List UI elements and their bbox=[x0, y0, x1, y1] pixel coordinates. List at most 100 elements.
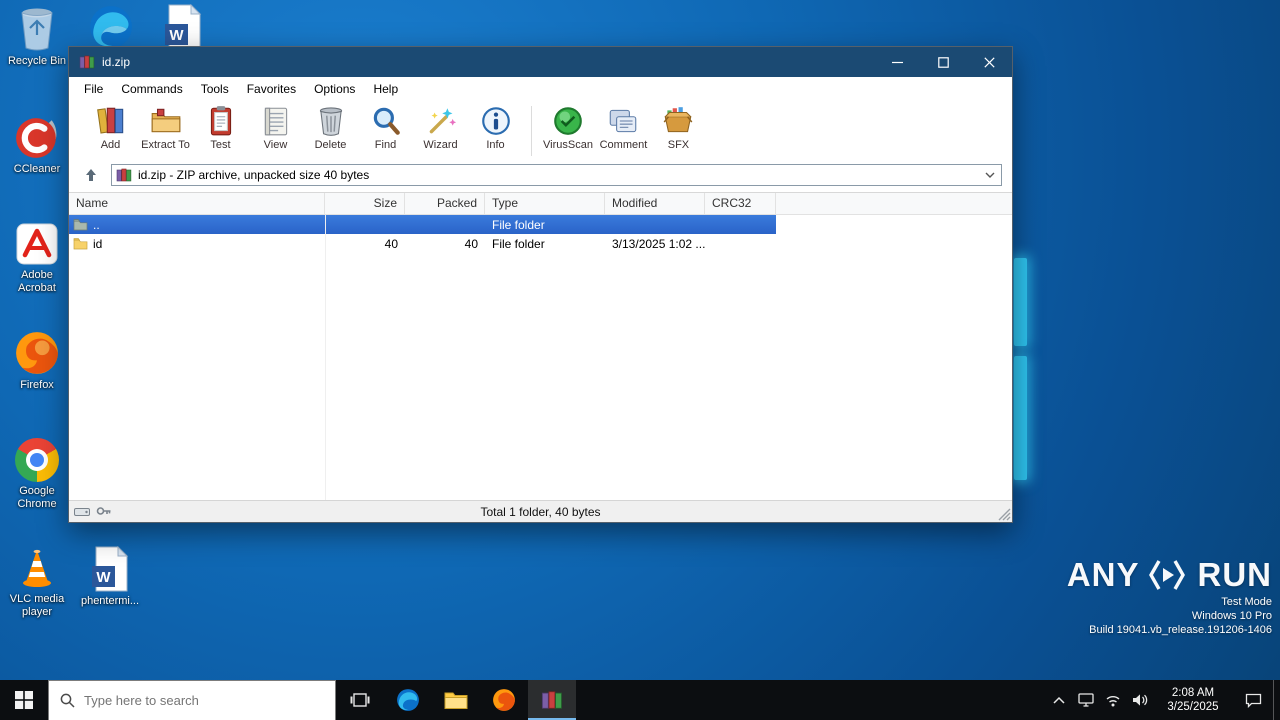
toolbar-virusscan-button[interactable]: VirusScan bbox=[540, 104, 596, 151]
keys-icon[interactable] bbox=[96, 506, 112, 518]
toolbar-wizard-button[interactable]: Wizard bbox=[413, 104, 468, 151]
cell-type: File folder bbox=[492, 217, 545, 232]
toolbar-sfx-button[interactable]: SFX bbox=[651, 104, 706, 151]
column-header-crc32[interactable]: CRC32 bbox=[705, 193, 776, 214]
word-document-icon: W bbox=[165, 4, 202, 50]
desktop-icon-adobe-acrobat[interactable]: Adobe Acrobat bbox=[0, 222, 74, 295]
menu-options[interactable]: Options bbox=[305, 79, 364, 99]
toolbar-test-button[interactable]: Test bbox=[193, 104, 248, 151]
maximize-button[interactable] bbox=[920, 47, 966, 77]
taskbar-winrar-button[interactable] bbox=[528, 680, 576, 720]
up-one-level-button[interactable] bbox=[77, 164, 105, 186]
file-list: Name Size Packed Type Modified CRC32 .. … bbox=[69, 192, 1012, 500]
taskbar-search[interactable] bbox=[48, 680, 336, 720]
toolbar-label: View bbox=[263, 139, 288, 151]
wizard-icon bbox=[429, 108, 456, 134]
find-icon bbox=[373, 107, 400, 135]
taskbar-clock[interactable]: 2:08 AM 3/25/2025 bbox=[1153, 686, 1233, 715]
name-column-gridline bbox=[325, 215, 326, 500]
toolbar-add-button[interactable]: Add bbox=[83, 104, 138, 151]
toolbar-label: Delete bbox=[314, 139, 347, 151]
toolbar-find-button[interactable]: Find bbox=[358, 104, 413, 151]
desktop-icon-firefox[interactable]: Firefox bbox=[0, 330, 74, 392]
action-center-button[interactable] bbox=[1233, 680, 1273, 720]
desktop-icon-edge[interactable] bbox=[74, 4, 148, 50]
column-header-packed[interactable]: Packed bbox=[405, 193, 485, 214]
desktop-icon-vlc[interactable]: VLC media player bbox=[0, 546, 74, 619]
drive-icon[interactable] bbox=[74, 506, 90, 518]
column-header-name[interactable]: Name bbox=[69, 193, 325, 214]
table-row-id-folder[interactable]: id 40 40 File folder 3/13/2025 1:02 ... bbox=[69, 234, 776, 253]
show-desktop-button[interactable] bbox=[1273, 680, 1280, 720]
vlc-icon bbox=[23, 549, 51, 587]
task-view-button[interactable] bbox=[336, 680, 384, 720]
notification-icon bbox=[1245, 693, 1261, 708]
desktop-icon-phentermi-doc[interactable]: W phentermi... bbox=[73, 546, 147, 608]
desktop-icon-ccleaner[interactable]: CCleaner bbox=[0, 114, 74, 176]
tray-network-icon[interactable] bbox=[1099, 680, 1126, 720]
sfx-icon bbox=[664, 107, 693, 133]
close-button[interactable] bbox=[966, 47, 1012, 77]
start-button[interactable] bbox=[0, 680, 48, 720]
watermark-test-mode: Test Mode bbox=[1221, 596, 1272, 608]
desktop-icon-label: Adobe Acrobat bbox=[18, 269, 56, 295]
network-icon bbox=[1106, 695, 1119, 706]
toolbar-label: Wizard bbox=[423, 139, 458, 151]
desktop-icon-recycle-bin[interactable]: Recycle Bin bbox=[0, 6, 74, 68]
menu-file[interactable]: File bbox=[75, 79, 112, 99]
toolbar: Add Extract To Test View Delete Find Wiz… bbox=[69, 100, 1012, 162]
table-row-parent-folder[interactable]: .. File folder bbox=[69, 215, 776, 234]
toolbar-comment-button[interactable]: Comment bbox=[596, 104, 651, 151]
menu-help[interactable]: Help bbox=[364, 79, 407, 99]
desktop-icon-word-document[interactable]: W bbox=[146, 4, 220, 50]
search-input[interactable] bbox=[84, 693, 324, 708]
combo-dropdown-button[interactable] bbox=[985, 172, 997, 178]
taskbar-file-explorer-button[interactable] bbox=[432, 680, 480, 720]
desktop-icon-google-chrome[interactable]: Google Chrome bbox=[0, 438, 74, 511]
taskbar-edge-button[interactable] bbox=[384, 680, 432, 720]
winrar-titlebar[interactable]: id.zip bbox=[69, 47, 1012, 77]
column-header-type[interactable]: Type bbox=[485, 193, 605, 214]
svg-text:W: W bbox=[169, 27, 184, 44]
folder-icon bbox=[73, 238, 88, 250]
winrar-icon bbox=[541, 691, 562, 709]
resize-grip[interactable] bbox=[998, 508, 1011, 521]
minimize-button[interactable] bbox=[874, 47, 920, 77]
menu-commands[interactable]: Commands bbox=[112, 79, 191, 99]
cell-name: .. bbox=[69, 218, 325, 232]
anyrun-watermark: ANY RUN Test Mode Windows 10 Pro Build 1… bbox=[1067, 556, 1272, 636]
column-header-size[interactable]: Size bbox=[325, 193, 405, 214]
menu-tools[interactable]: Tools bbox=[192, 79, 238, 99]
tray-volume-icon[interactable] bbox=[1126, 680, 1153, 720]
cell-size: 40 bbox=[384, 236, 398, 251]
taskbar-firefox-button[interactable] bbox=[480, 680, 528, 720]
tray-display-icon[interactable] bbox=[1072, 680, 1099, 720]
toolbar-info-button[interactable]: Info bbox=[468, 104, 523, 151]
anyrun-logo-text: ANY bbox=[1066, 556, 1140, 593]
cell-type: File folder bbox=[492, 236, 545, 251]
statusbar: Total 1 folder, 40 bytes bbox=[69, 500, 1012, 522]
desktop-icon-label: phentermi... bbox=[80, 595, 140, 607]
close-icon bbox=[983, 56, 995, 68]
wallpaper-light-bar bbox=[1014, 258, 1027, 346]
desktop-icon-label: VLC media player bbox=[9, 593, 65, 619]
tray-show-hidden-icons-button[interactable] bbox=[1045, 680, 1072, 720]
address-combo[interactable]: id.zip - ZIP archive, unpacked size 40 b… bbox=[111, 164, 1002, 186]
test-icon bbox=[210, 106, 231, 136]
desktop-icon-label: CCleaner bbox=[13, 163, 61, 175]
column-headers: Name Size Packed Type Modified CRC32 bbox=[69, 193, 1012, 215]
column-header-modified[interactable]: Modified bbox=[605, 193, 705, 214]
window-controls bbox=[874, 47, 1012, 77]
toolbar-view-button[interactable]: View bbox=[248, 104, 303, 151]
toolbar-delete-button[interactable]: Delete bbox=[303, 104, 358, 151]
toolbar-label: Add bbox=[100, 139, 121, 151]
anyrun-logo-text: RUN bbox=[1197, 556, 1272, 593]
toolbar-extract-to-button[interactable]: Extract To bbox=[138, 104, 193, 151]
menu-favorites[interactable]: Favorites bbox=[238, 79, 305, 99]
recycle-bin-icon bbox=[21, 8, 53, 51]
toolbar-label: Comment bbox=[599, 139, 648, 151]
ccleaner-icon bbox=[16, 118, 57, 158]
edge-icon bbox=[397, 689, 419, 711]
windows-logo-icon bbox=[15, 691, 33, 709]
winrar-window: id.zip File Commands Tools Favorites Opt… bbox=[68, 46, 1013, 523]
